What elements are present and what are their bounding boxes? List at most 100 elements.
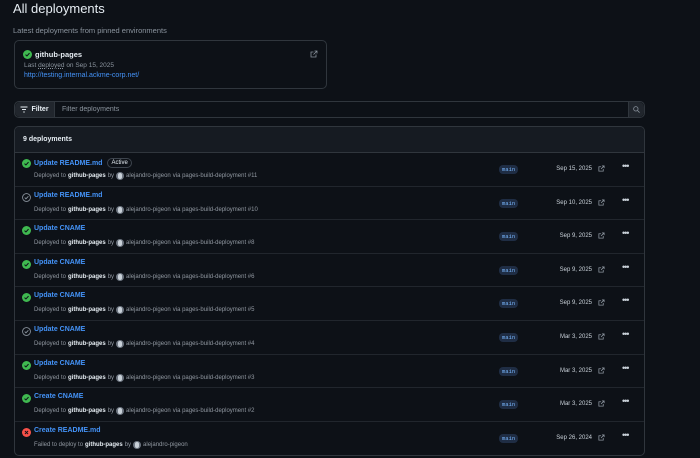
avatar (116, 205, 125, 214)
environment-link[interactable]: github-pages (68, 173, 106, 179)
deploy-prefix: Deployed to (34, 273, 67, 280)
deploy-prefix: Failed to deploy to (34, 441, 84, 448)
deployment-commit-link[interactable]: Update CNAME (34, 326, 85, 333)
kebab-horizontal-icon[interactable]: ••• (622, 262, 630, 272)
deployment-commit-link[interactable]: Update CNAME (34, 259, 85, 266)
environment-name[interactable]: github-pages (35, 50, 82, 59)
deployment-title-line: Update CNAME (34, 360, 85, 367)
open-deployment-button[interactable] (598, 266, 605, 275)
open-deployment-button[interactable] (598, 434, 605, 443)
meta-prefix: Last (24, 62, 37, 69)
deployment-title-line: Update CNAME (34, 292, 85, 299)
deployment-commit-link[interactable]: Create README.md (34, 427, 101, 434)
environment-link[interactable]: github-pages (68, 408, 106, 414)
check-circle-icon (22, 293, 31, 303)
environment-link[interactable]: github-pages (68, 341, 106, 347)
external-link-icon[interactable] (598, 299, 605, 306)
deployment-row: Create README.md Failed to deploy to githu… (15, 422, 644, 455)
workflow-run-link[interactable]: via pages-build-deployment #4 (173, 341, 255, 347)
environment-link[interactable]: github-pages (68, 240, 106, 246)
workflow-run-link[interactable]: via pages-build-deployment #5 (173, 307, 255, 313)
user-link[interactable]: alejandro-pigeon (126, 408, 171, 414)
status-indicator (22, 259, 31, 269)
workflow-run-link[interactable]: via pages-build-deployment #6 (173, 274, 255, 280)
environment-link[interactable]: github-pages (68, 207, 106, 213)
external-link-icon[interactable] (598, 266, 605, 273)
workflow-run-link[interactable]: via pages-build-deployment #2 (173, 408, 255, 414)
search-button[interactable] (628, 102, 644, 117)
user-link[interactable]: alejandro-pigeon (126, 274, 171, 280)
external-link-icon[interactable] (598, 333, 605, 340)
branch-label[interactable]: main (499, 299, 519, 309)
user-link[interactable]: alejandro-pigeon (126, 341, 171, 347)
deploy-prefix: Deployed to (34, 408, 67, 415)
status-indicator (22, 427, 31, 437)
environment-link[interactable]: github-pages (68, 375, 106, 381)
check-circle-icon (22, 226, 31, 236)
filter-button[interactable]: Filter (15, 102, 55, 117)
open-deployment-button[interactable] (598, 299, 605, 308)
open-deployment-button[interactable] (598, 165, 605, 174)
external-link-icon[interactable] (598, 400, 605, 407)
external-link-icon[interactable] (598, 165, 605, 172)
environment-link[interactable]: github-pages (85, 442, 123, 448)
external-link-icon[interactable] (598, 367, 605, 374)
deployment-commit-link[interactable]: Update CNAME (34, 292, 85, 299)
environment-url-link[interactable]: http://testing.internal.ackme-corp.net/ (24, 72, 139, 79)
user-link[interactable]: alejandro-pigeon (126, 307, 171, 313)
deployment-row: Update README.md Deployed to github-pages b… (15, 187, 644, 221)
status-indicator (22, 327, 31, 336)
external-link-icon[interactable] (598, 434, 605, 441)
by-label: by (107, 307, 115, 314)
kebab-horizontal-icon[interactable]: ••• (622, 363, 630, 373)
kebab-horizontal-icon[interactable]: ••• (622, 295, 630, 305)
by-label: by (107, 340, 115, 347)
external-link-icon[interactable] (310, 50, 318, 58)
deployment-row: Create CNAME Deployed to github-pages by ale… (15, 388, 644, 422)
check-circle-icon (22, 259, 31, 269)
branch-label[interactable]: main (499, 265, 519, 275)
external-link-icon[interactable] (598, 232, 605, 239)
deployment-commit-link[interactable]: Update CNAME (34, 225, 85, 232)
user-link[interactable]: alejandro-pigeon (143, 442, 188, 448)
deployment-commit-link[interactable]: Create CNAME (34, 393, 83, 400)
kebab-horizontal-icon[interactable]: ••• (622, 430, 630, 440)
environment-link[interactable]: github-pages (68, 274, 106, 280)
branch-label[interactable]: main (499, 332, 519, 342)
deployment-commit-link[interactable]: Update CNAME (34, 360, 85, 367)
external-link-icon[interactable] (598, 199, 605, 206)
branch-label[interactable]: main (499, 400, 519, 410)
kebab-horizontal-icon[interactable]: ••• (622, 195, 630, 205)
status-indicator (22, 394, 31, 404)
kebab-horizontal-icon[interactable]: ••• (622, 228, 630, 238)
deployment-commit-link[interactable]: Update README.md (34, 160, 102, 167)
user-link[interactable]: alejandro-pigeon (126, 375, 171, 381)
branch-label[interactable]: main (499, 165, 519, 174)
workflow-run-link[interactable]: via pages-build-deployment #8 (173, 240, 255, 246)
user-link[interactable]: alejandro-pigeon (126, 207, 171, 213)
open-deployment-button[interactable] (598, 333, 605, 342)
kebab-horizontal-icon[interactable]: ••• (622, 396, 630, 406)
environment-link[interactable]: github-pages (68, 307, 106, 313)
deploy-prefix: Deployed to (34, 173, 67, 179)
user-link[interactable]: alejandro-pigeon (126, 173, 171, 179)
kebab-horizontal-icon[interactable]: ••• (622, 329, 630, 339)
workflow-run-link[interactable]: via pages-build-deployment #3 (173, 375, 255, 381)
deployment-row: Update CNAME Deployed to github-pages by ale… (15, 321, 644, 355)
open-deployment-button[interactable] (598, 400, 605, 409)
branch-label[interactable]: main (499, 366, 519, 376)
open-deployment-button[interactable] (598, 367, 605, 376)
branch-label[interactable]: main (499, 433, 519, 443)
filter-deployments-input[interactable] (55, 102, 628, 117)
deployment-commit-link[interactable]: Update README.md (34, 192, 102, 199)
workflow-run-link[interactable]: via pages-build-deployment #10 (173, 207, 258, 213)
avatar (116, 407, 125, 416)
branch-label[interactable]: main (499, 198, 519, 208)
deployment-row: Update CNAME Deployed to github-pages by ale… (15, 355, 644, 389)
open-deployment-button[interactable] (598, 232, 605, 241)
branch-label[interactable]: main (499, 232, 519, 242)
user-link[interactable]: alejandro-pigeon (126, 240, 171, 246)
workflow-run-link[interactable]: via pages-build-deployment #11 (173, 173, 258, 179)
kebab-horizontal-icon[interactable]: ••• (622, 161, 630, 171)
open-deployment-button[interactable] (598, 199, 605, 208)
